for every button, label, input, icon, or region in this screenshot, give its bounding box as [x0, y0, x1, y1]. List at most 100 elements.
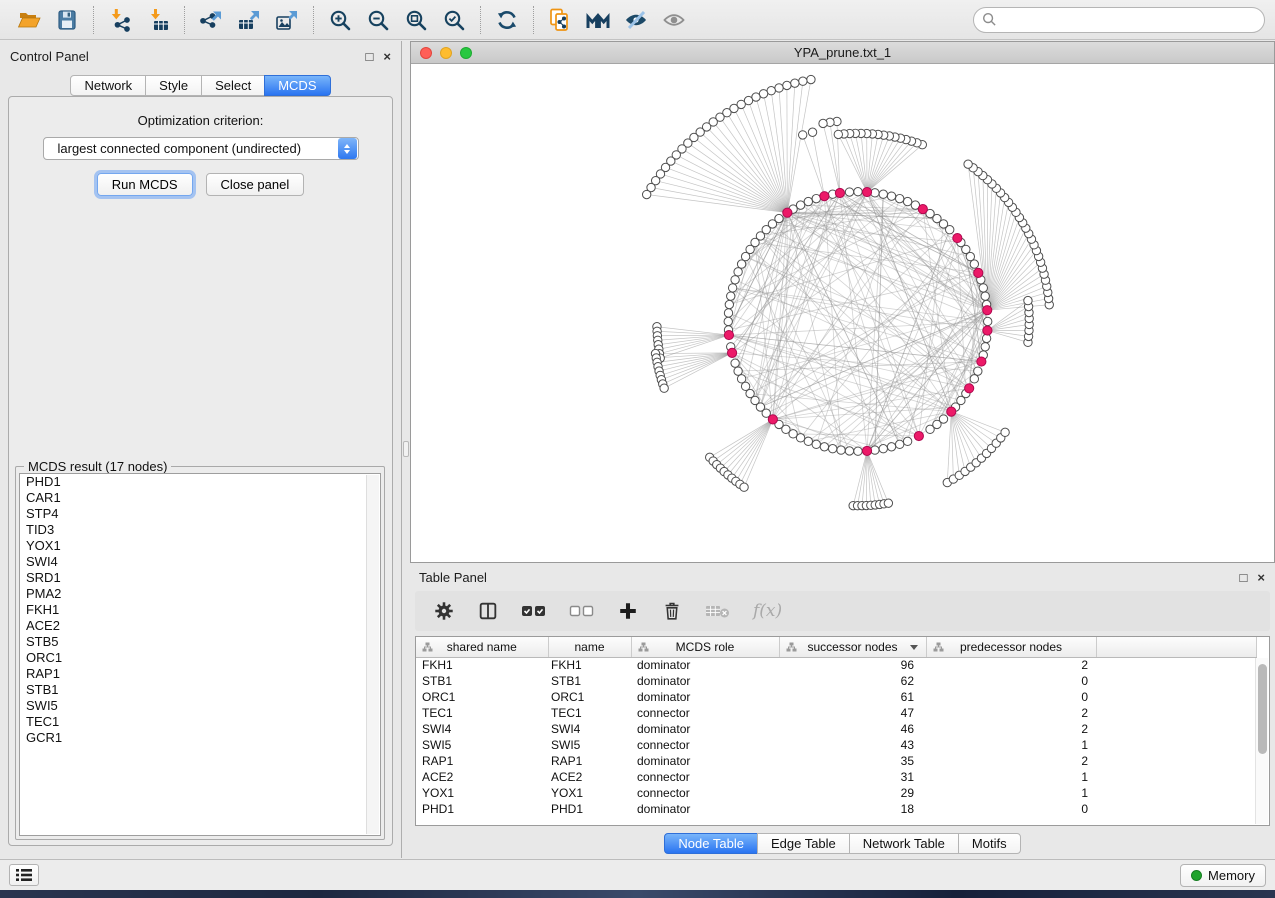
column-header-shared-name[interactable]: shared name: [416, 637, 548, 657]
function-builder-button[interactable]: f(x): [753, 601, 782, 621]
tab-mcds[interactable]: MCDS: [264, 75, 330, 96]
mcds-result-item[interactable]: STP4: [20, 506, 380, 522]
import-table-button[interactable]: [139, 4, 177, 36]
search-box[interactable]: [973, 7, 1265, 33]
mcds-list-scrollbar[interactable]: [366, 475, 379, 834]
mcds-result-item[interactable]: CAR1: [20, 490, 380, 506]
table-cell: YOX1: [416, 785, 548, 801]
zoom-out-button[interactable]: [359, 4, 397, 36]
zoom-selected-button[interactable]: [435, 4, 473, 36]
table-row[interactable]: ORC1ORC1dominator610: [416, 689, 1257, 705]
table-cell: 31: [779, 769, 926, 785]
splitter-grip-icon[interactable]: [403, 441, 409, 457]
mcds-result-item[interactable]: SRD1: [20, 570, 380, 586]
hide-selection-button[interactable]: [617, 4, 655, 36]
zoom-in-icon: [328, 8, 352, 32]
import-network-button[interactable]: [101, 4, 139, 36]
table-scrollbar-thumb[interactable]: [1258, 664, 1267, 754]
table-row[interactable]: YOX1YOX1connector291: [416, 785, 1257, 801]
mcds-result-item[interactable]: RAP1: [20, 666, 380, 682]
export-table-button[interactable]: [230, 4, 268, 36]
mcds-result-item[interactable]: ORC1: [20, 650, 380, 666]
panel-menu-button[interactable]: [9, 864, 39, 886]
tab-select[interactable]: Select: [201, 75, 265, 96]
column-header-name[interactable]: name: [548, 637, 631, 657]
table-cell: 61: [779, 689, 926, 705]
apply-layout-button[interactable]: [488, 4, 526, 36]
mcds-result-item[interactable]: PMA2: [20, 586, 380, 602]
export-image-button[interactable]: [268, 4, 306, 36]
add-column-button[interactable]: [617, 600, 639, 622]
column-header-successor-nodes[interactable]: successor nodes: [779, 637, 926, 657]
mcds-result-group-title: MCDS result (17 nodes): [24, 459, 171, 474]
float-panel-icon[interactable]: □: [366, 50, 374, 63]
mcds-result-item[interactable]: TID3: [20, 522, 380, 538]
save-session-button[interactable]: [48, 4, 86, 36]
table-cell: connector: [631, 769, 779, 785]
mcds-result-item[interactable]: STB5: [20, 634, 380, 650]
column-header-mcds-role[interactable]: MCDS role: [631, 637, 779, 657]
node-table-body: FKH1FKH1dominator962STB1STB1dominator620…: [416, 657, 1257, 817]
open-session-button[interactable]: [10, 4, 48, 36]
table-row[interactable]: FKH1FKH1dominator962: [416, 657, 1257, 673]
tab-node-table[interactable]: Node Table: [664, 833, 758, 854]
table-row[interactable]: STB1STB1dominator620: [416, 673, 1257, 689]
mcds-result-item[interactable]: TEC1: [20, 714, 380, 730]
hide-all-columns-button[interactable]: [569, 603, 595, 619]
table-cell: connector: [631, 737, 779, 753]
tab-network[interactable]: Network: [70, 75, 146, 96]
toolbar-separator: [533, 6, 534, 34]
mcds-result-item[interactable]: SWI4: [20, 554, 380, 570]
tab-network-table[interactable]: Network Table: [849, 833, 959, 854]
export-network-button[interactable]: [192, 4, 230, 36]
table-settings-button[interactable]: [433, 600, 455, 622]
mcds-result-item[interactable]: YOX1: [20, 538, 380, 554]
panel-splitter[interactable]: [402, 41, 410, 858]
table-row[interactable]: SWI5SWI5connector431: [416, 737, 1257, 753]
tree-icon: [933, 642, 944, 652]
close-panel-icon[interactable]: ×: [383, 50, 391, 63]
tab-motifs[interactable]: Motifs: [958, 833, 1021, 854]
search-icon: [982, 12, 997, 27]
column-header-predecessor-nodes[interactable]: predecessor nodes: [926, 637, 1096, 657]
split-panel-button[interactable]: [477, 600, 499, 622]
mcds-result-item[interactable]: FKH1: [20, 602, 380, 618]
table-row[interactable]: PHD1PHD1dominator180: [416, 801, 1257, 817]
table-cell: SWI5: [548, 737, 631, 753]
table-row[interactable]: TEC1TEC1connector472: [416, 705, 1257, 721]
table-row[interactable]: ACE2ACE2connector311: [416, 769, 1257, 785]
table-cell: 2: [926, 705, 1096, 721]
status-bar: Memory: [0, 859, 1275, 890]
criterion-select[interactable]: largest connected component (undirected): [43, 137, 359, 160]
first-neighbors-button[interactable]: [579, 4, 617, 36]
run-mcds-button[interactable]: Run MCDS: [97, 173, 193, 196]
table-row[interactable]: RAP1RAP1dominator352: [416, 753, 1257, 769]
close-table-panel-icon[interactable]: ×: [1257, 571, 1265, 584]
network-from-selection-button[interactable]: [541, 4, 579, 36]
network-graph[interactable]: [411, 64, 1274, 562]
mcds-result-list[interactable]: PHD1CAR1STP4TID3YOX1SWI4SRD1PMA2FKH1ACE2…: [19, 473, 381, 836]
table-scrollbar[interactable]: [1255, 658, 1268, 824]
search-input[interactable]: [1003, 12, 1256, 27]
show-all-columns-button[interactable]: [521, 603, 547, 619]
delete-column-button[interactable]: [661, 600, 683, 622]
table-row[interactable]: SWI4SWI4dominator462: [416, 721, 1257, 737]
mcds-result-item[interactable]: ACE2: [20, 618, 380, 634]
mcds-result-item[interactable]: GCR1: [20, 730, 380, 746]
network-canvas[interactable]: [411, 64, 1274, 562]
show-all-button[interactable]: [655, 4, 693, 36]
memory-button[interactable]: Memory: [1180, 864, 1266, 887]
mcds-result-item[interactable]: SWI5: [20, 698, 380, 714]
mcds-result-item[interactable]: STB1: [20, 682, 380, 698]
save-floppy-icon: [55, 8, 79, 32]
network-view-titlebar[interactable]: YPA_prune.txt_1: [411, 42, 1274, 64]
tree-icon: [786, 642, 797, 652]
float-table-panel-icon[interactable]: □: [1240, 571, 1248, 584]
mcds-result-item[interactable]: PHD1: [20, 474, 380, 490]
close-panel-button[interactable]: Close panel: [206, 173, 305, 196]
delete-table-button[interactable]: [705, 602, 731, 620]
zoom-fit-button[interactable]: [397, 4, 435, 36]
tab-style[interactable]: Style: [145, 75, 202, 96]
tab-edge-table[interactable]: Edge Table: [757, 833, 850, 854]
zoom-in-button[interactable]: [321, 4, 359, 36]
